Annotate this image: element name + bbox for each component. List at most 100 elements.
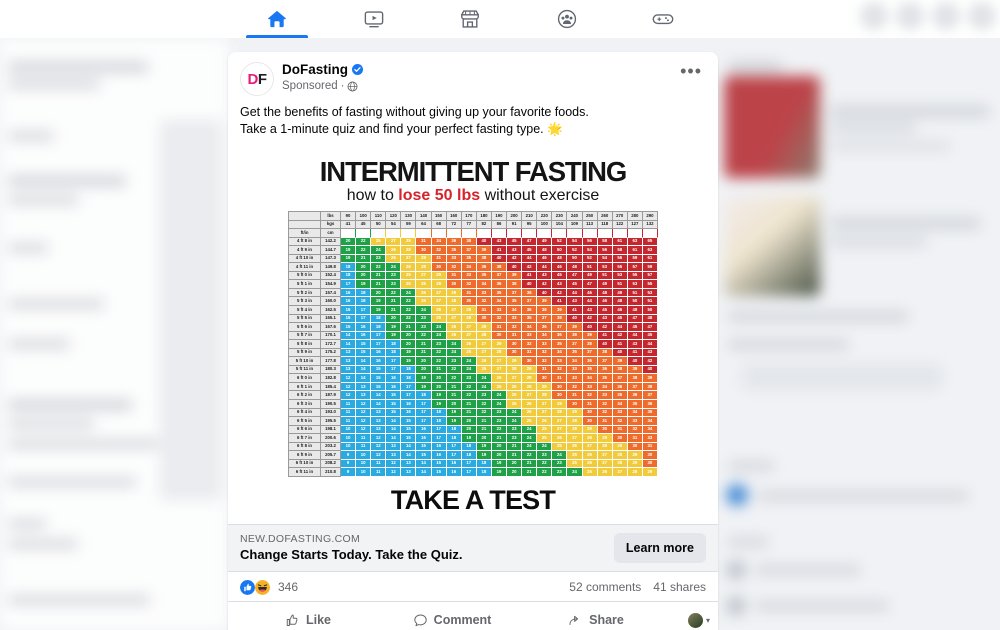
- bmi-cell: 17: [415, 407, 432, 418]
- bmi-cell: 11: [340, 407, 357, 418]
- bmi-cell: 40: [536, 287, 553, 298]
- bmi-cell: 54: [596, 253, 613, 264]
- bmi-row: 5 ft 4 in 162.5 15 17 19 21 22 24 26 27 29 31 33 34 36…: [288, 305, 658, 315]
- bmi-cell: 10: [340, 441, 357, 452]
- bmi-cell: 43: [626, 339, 643, 349]
- bmi-cell: 28: [536, 390, 553, 401]
- shares-count[interactable]: 41 shares: [653, 580, 706, 594]
- nav-tab-marketplace[interactable]: [433, 0, 507, 38]
- notifications-button[interactable]: [932, 2, 960, 30]
- bmi-header-spacer: [415, 228, 432, 238]
- bmi-header-spacer: [581, 228, 598, 238]
- bmi-cell: 9: [340, 458, 357, 469]
- bmi-cell: 23: [506, 424, 523, 435]
- bmi-cell: 55: [641, 279, 658, 289]
- bmi-col-header-kgs: 113: [581, 219, 598, 230]
- learn-more-button[interactable]: Learn more: [613, 532, 706, 563]
- bmi-row-header-cm: 162.5: [320, 305, 342, 315]
- nav-tab-watch[interactable]: [337, 0, 411, 38]
- bmi-cell: 30: [506, 339, 523, 349]
- comments-count[interactable]: 52 comments: [569, 580, 641, 594]
- bmi-row-header-ftin: 5 ft 0 in: [288, 270, 322, 281]
- bmi-cell: 28: [445, 296, 462, 306]
- bmi-cell: 34: [596, 381, 613, 392]
- bmi-cell: 13: [355, 381, 372, 392]
- bmi-row: 6 ft 2 in 187.9 12 13 14 15 17 18 19 21 22 23 24 26 27…: [288, 390, 658, 401]
- bmi-col-header-kgs: 50: [370, 219, 387, 230]
- nav-tab-groups[interactable]: [530, 0, 604, 38]
- bmi-cell: 23: [551, 467, 568, 477]
- bmi-row-header-ftin: 4 ft 10 in: [288, 253, 322, 264]
- user-avatar-icon: [687, 612, 703, 628]
- bmi-cell: 38: [490, 262, 508, 272]
- share-button-label: Share: [589, 613, 624, 628]
- ad-creative-image[interactable]: INTERMITTENT FASTING how to lose 50 lbs …: [228, 148, 718, 524]
- bmi-cell: 21: [506, 450, 523, 460]
- avatar-initial-f: F: [257, 70, 267, 88]
- bmi-cell: 34: [626, 407, 643, 418]
- nav-tab-gaming[interactable]: [626, 0, 700, 38]
- bmi-cell: 35: [626, 399, 643, 409]
- bmi-cell: 27: [536, 407, 553, 418]
- bmi-cell: 29: [641, 467, 658, 477]
- bmi-cell: 43: [581, 305, 598, 315]
- post-subtitle-row: Sponsored ·: [282, 80, 676, 93]
- bmi-cell: 41: [611, 339, 628, 349]
- bmi-cell: 44: [626, 330, 643, 341]
- bmi-cell: 26: [490, 373, 508, 383]
- bmi-cell: 17: [430, 433, 447, 443]
- bmi-cell: 33: [521, 330, 538, 341]
- menu-grid-button[interactable]: [860, 2, 888, 30]
- bmi-cell: 27: [581, 441, 598, 452]
- bmi-cell: 25: [506, 399, 523, 409]
- bmi-cell: 38: [596, 347, 613, 358]
- bmi-col-header-kgs: 77: [460, 219, 477, 230]
- bmi-cell: 28: [581, 433, 598, 443]
- bmi-cell: 14: [385, 416, 402, 426]
- like-button[interactable]: Like: [236, 606, 380, 630]
- bmi-row-header-ftin: 4 ft 11 in: [288, 262, 322, 272]
- bmi-cell: 30: [551, 390, 568, 401]
- profile-avatar-button[interactable]: [968, 2, 996, 30]
- bmi-cell: 11: [340, 399, 357, 409]
- bmi-cell: 45: [551, 270, 568, 281]
- bmi-col-header-lbs: 240: [566, 211, 583, 221]
- reaction-summary[interactable]: 346: [240, 579, 298, 595]
- bmi-row: 5 ft 9 in 175.2 13 15 16 18 19 21 22 24 25 27 28 30 31…: [288, 347, 658, 358]
- bmi-cell: 42: [581, 313, 598, 324]
- bmi-header-row-units: ft/in cm: [288, 228, 658, 238]
- bmi-cell: 29: [415, 253, 432, 264]
- nav-tab-home[interactable]: [240, 0, 314, 38]
- share-button[interactable]: Share: [524, 606, 668, 630]
- bmi-cell: 28: [490, 347, 508, 358]
- bmi-cell: 19: [490, 458, 508, 469]
- bmi-corner-blank: [288, 219, 322, 230]
- bmi-cell: 19: [385, 322, 402, 332]
- post-options-button[interactable]: •••: [676, 62, 706, 84]
- messenger-button[interactable]: [896, 2, 924, 30]
- bmi-cell: 21: [370, 270, 387, 281]
- bmi-cell: 30: [551, 381, 568, 392]
- bmi-cell: 33: [566, 373, 583, 383]
- bmi-cell: 27: [490, 364, 508, 375]
- bmi-col-header-kgs: 64: [415, 219, 432, 230]
- bmi-cell: 42: [551, 287, 568, 298]
- bmi-cell: 24: [475, 373, 492, 383]
- page-name[interactable]: DoFasting: [282, 62, 348, 78]
- page-avatar[interactable]: DF: [240, 62, 274, 96]
- bmi-cell: 25: [581, 467, 598, 477]
- comment-button[interactable]: Comment: [380, 606, 524, 630]
- bmi-cell: 17: [340, 279, 357, 289]
- bmi-row-header-ftin: 6 ft 3 in: [288, 399, 322, 409]
- bmi-cell: 37: [641, 390, 658, 401]
- share-as-selector[interactable]: ▾: [668, 612, 710, 628]
- bmi-cell: 16: [370, 356, 387, 366]
- ad-link-title[interactable]: Change Starts Today. Take the Quiz.: [240, 547, 463, 562]
- bmi-cell: 36: [536, 322, 553, 332]
- bmi-cell: 16: [415, 433, 432, 443]
- bmi-cell: 17: [460, 467, 477, 477]
- bmi-cell: 20: [460, 424, 477, 435]
- bmi-cell: 39: [536, 296, 553, 306]
- bmi-cell: 27: [521, 390, 538, 401]
- bmi-cell: 37: [566, 339, 583, 349]
